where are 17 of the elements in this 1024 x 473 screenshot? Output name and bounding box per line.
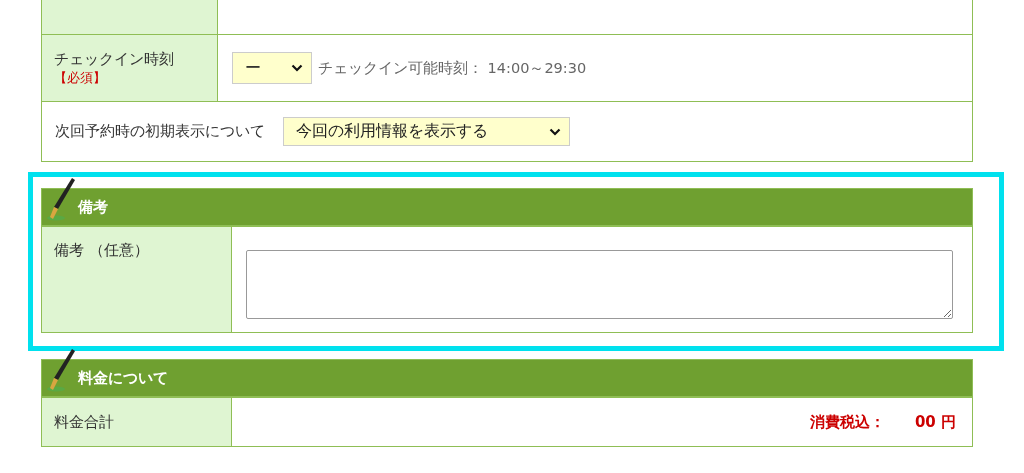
section-title: 料金について [78, 368, 168, 388]
required-label: 【必須】 [54, 68, 107, 87]
display-dropdown[interactable]: 今回の利用情報を表示する [283, 117, 570, 146]
section-title: 備考 [78, 197, 108, 217]
field-label: チェックイン時刻 [54, 49, 174, 68]
tax-included-label: 消費税込： [809, 412, 885, 431]
field-label: 備考 （任意） [54, 241, 149, 259]
remarks-field[interactable] [246, 250, 953, 319]
field-label: 料金合計 [54, 412, 114, 431]
pen-icon [46, 177, 76, 223]
time-dropdown[interactable]: ー [232, 52, 312, 84]
checkin-hours-note: チェックイン可能時刻： 14:00～29:30 [318, 59, 587, 76]
pen-icon [46, 348, 76, 394]
field-label: 次回予約時の初期表示について [55, 123, 265, 139]
chevron-down-icon [549, 127, 561, 136]
chevron-down-icon [291, 64, 303, 72]
price-amount: 00 円 [914, 412, 956, 431]
